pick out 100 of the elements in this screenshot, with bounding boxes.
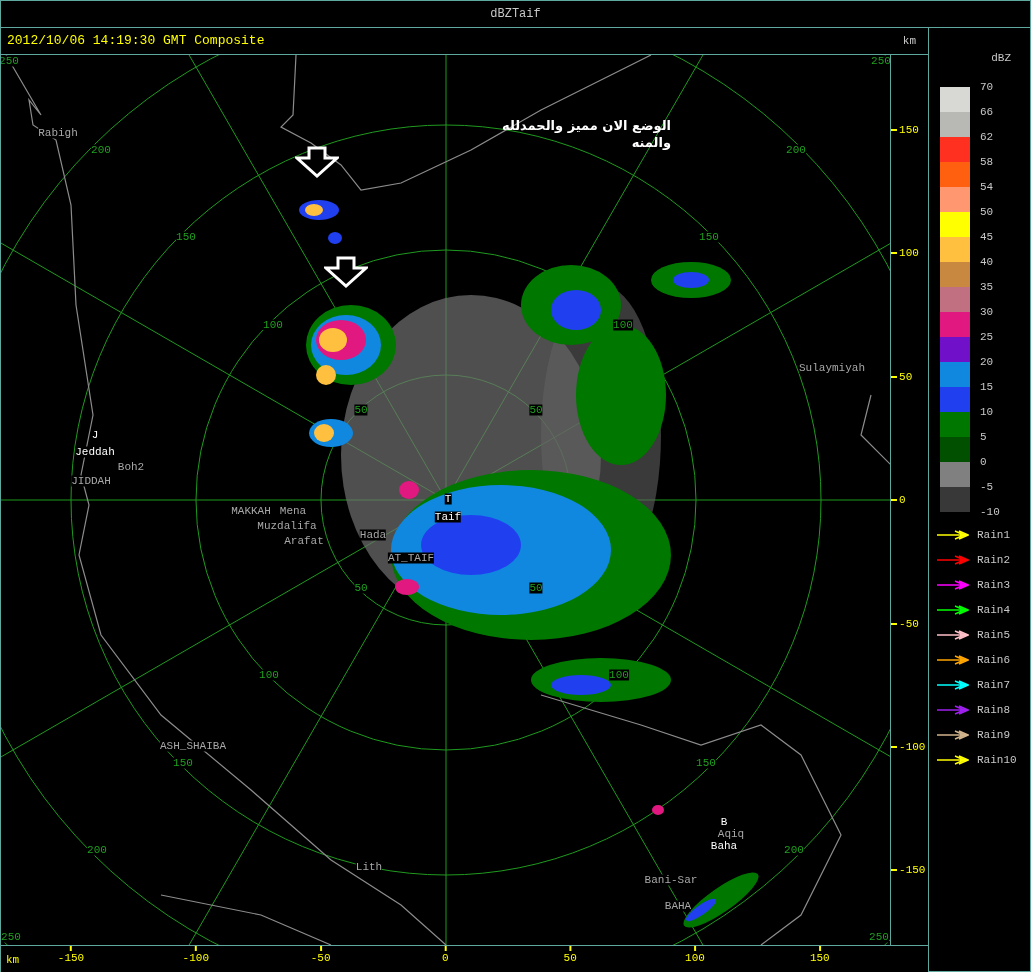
tick-mark <box>70 946 72 951</box>
tick-mark <box>444 946 447 951</box>
range-label: 50 <box>354 404 368 416</box>
track-label: Rain4 <box>977 602 1010 618</box>
scale-label: -10 <box>980 505 1000 520</box>
axis-tick-label: 0 <box>899 493 906 508</box>
scale-label: 35 <box>980 280 995 295</box>
axis-tick-label: 150 <box>899 123 919 137</box>
scale-label: 5 <box>980 430 988 445</box>
scale-label: 25 <box>980 330 995 345</box>
tick-mark <box>891 746 898 748</box>
range-label: 100 <box>613 319 633 331</box>
scale-label: 45 <box>980 230 995 245</box>
axis-unit-label: km <box>6 953 20 968</box>
axis-tick-label: -50 <box>310 951 331 965</box>
place-label: Muzdalifa <box>257 520 317 532</box>
scale-label: 50 <box>980 205 995 220</box>
tick-mark <box>891 869 898 872</box>
range-label: 200 <box>784 844 804 856</box>
place-label: T <box>444 493 452 505</box>
place-label: Baha <box>710 840 738 852</box>
place-label: MAKKAH <box>231 505 271 517</box>
range-label: 100 <box>263 319 283 331</box>
tick-mark <box>891 129 898 131</box>
track-label: Rain2 <box>977 552 1010 568</box>
range-label: 250 <box>1 931 21 943</box>
track-label: Rain1 <box>977 527 1010 543</box>
axis-tick-label: -150 <box>57 951 85 965</box>
timestamp-text: 2012/10/06 14:19:30 GMT Composite <box>7 32 265 51</box>
scale-label: 66 <box>980 105 995 120</box>
range-label: 50 <box>529 404 543 416</box>
range-label: 100 <box>259 669 279 681</box>
tick-mark <box>891 499 898 502</box>
scale-label: 62 <box>980 130 995 145</box>
place-label: Rabigh <box>38 127 78 139</box>
place-label: BAHA <box>664 900 692 912</box>
window-title: dBZTaif <box>490 6 541 23</box>
place-label: Mena <box>279 505 307 517</box>
axis-tick-label: -100 <box>899 740 926 754</box>
track-label: Rain10 <box>977 752 1017 768</box>
place-label: Lith <box>355 861 383 873</box>
place-label: AT_TAIF <box>387 552 435 564</box>
track-label: Rain9 <box>977 727 1010 743</box>
axis-tick-label: -100 <box>182 951 209 965</box>
down-arrow-icon <box>324 256 368 288</box>
axis-tick-label: 100 <box>899 246 919 261</box>
scale-label: 70 <box>980 80 995 95</box>
range-label: 100 <box>609 669 629 681</box>
range-label: 250 <box>871 55 891 67</box>
range-label: 200 <box>786 144 806 156</box>
place-label: J <box>91 429 99 441</box>
place-label: ASH_SHAIBA <box>160 740 226 752</box>
scale-label: 20 <box>980 355 995 370</box>
place-label: Boh2 <box>117 461 145 473</box>
range-label: 150 <box>699 231 719 243</box>
annotation-text: الوضع الان مميز والحمدلله والمنه <box>501 117 671 151</box>
scale-label: 40 <box>980 255 995 270</box>
unit-label: km <box>902 33 916 49</box>
scale-label: 15 <box>980 380 995 395</box>
scale-label: 30 <box>980 305 995 320</box>
range-label: 50 <box>354 582 368 594</box>
tick-mark <box>818 946 821 951</box>
axis-tick-label: 0 <box>442 951 449 965</box>
range-label: 150 <box>173 757 193 769</box>
place-label: Jeddah <box>75 446 115 458</box>
scale-label: 58 <box>980 155 995 170</box>
axis-tick-label: 150 <box>809 951 830 965</box>
legend-title: dBZ <box>991 51 1011 66</box>
axis-tick-label: -50 <box>899 616 919 631</box>
range-label: 50 <box>529 582 543 594</box>
place-label: B <box>720 816 728 828</box>
place-label: Bani-Sar <box>644 874 698 886</box>
track-label: Rain3 <box>977 577 1010 593</box>
axis-tick-label: 100 <box>685 951 705 965</box>
place-label: JIDDAH <box>71 475 111 487</box>
tick-mark <box>194 946 197 951</box>
range-label: 250 <box>869 931 889 943</box>
tick-mark <box>569 946 572 951</box>
place-label: Taif <box>434 511 462 523</box>
place-label: Arafat <box>284 535 324 547</box>
axis-tick-label: 50 <box>563 951 577 965</box>
scale-label: 10 <box>980 405 995 420</box>
axis-tick-label: 50 <box>899 369 913 384</box>
scale-label: 0 <box>980 455 988 470</box>
track-label: Rain5 <box>977 627 1010 643</box>
down-arrow-icon <box>295 146 339 178</box>
tick-mark <box>694 946 696 951</box>
range-label: 150 <box>696 757 716 769</box>
tick-mark <box>319 946 322 951</box>
range-label: 200 <box>87 844 107 856</box>
range-label: 200 <box>91 144 111 156</box>
place-label: Aqiq <box>717 828 745 840</box>
track-label: Rain8 <box>977 702 1010 718</box>
track-label: Rain6 <box>977 652 1010 668</box>
tick-mark <box>891 252 898 255</box>
axis-tick-label: -150 <box>899 863 926 878</box>
scale-label: 54 <box>980 180 995 195</box>
place-label: Sulaymiyah <box>799 362 865 374</box>
place-label: Hada <box>359 529 387 541</box>
range-label: 150 <box>176 231 196 243</box>
